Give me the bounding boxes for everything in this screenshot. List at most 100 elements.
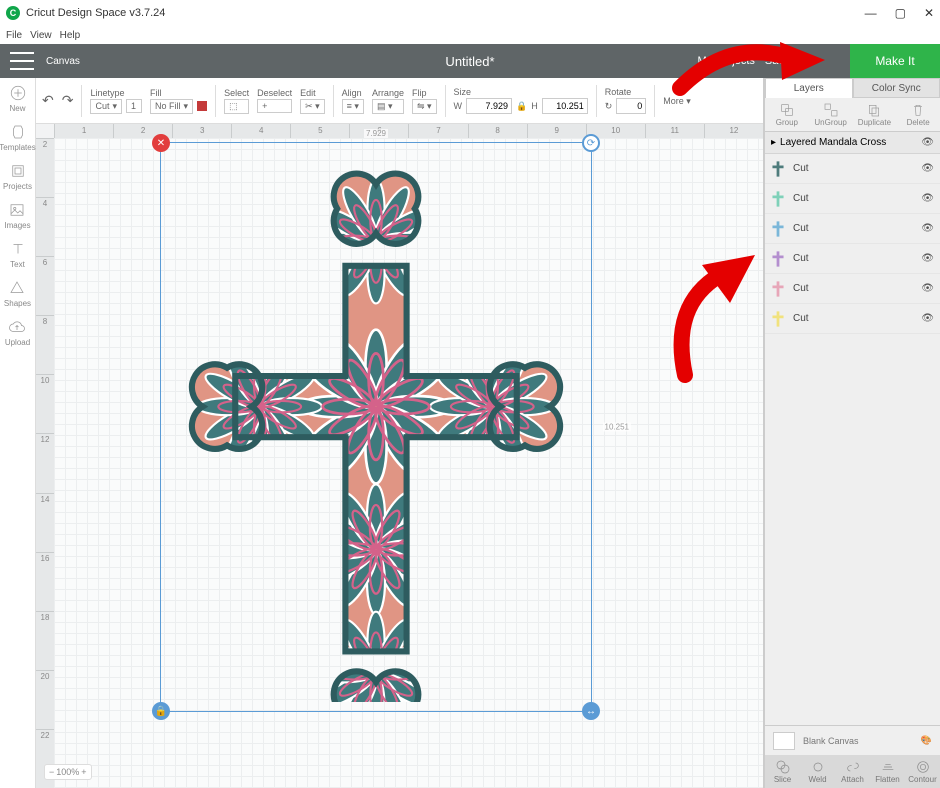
layer-label: Cut bbox=[793, 253, 809, 264]
eye-icon[interactable]: 👁 bbox=[921, 163, 934, 174]
projects-button[interactable]: Projects bbox=[3, 162, 32, 191]
layers-panel: Layers Color Sync Group UnGroup Duplicat… bbox=[764, 78, 940, 788]
layer-label: Cut bbox=[793, 313, 809, 324]
layer-row[interactable]: Cut 👁 bbox=[765, 244, 940, 274]
images-label: Images bbox=[4, 221, 30, 230]
attach-button[interactable]: Attach bbox=[835, 755, 870, 788]
rotate-input[interactable] bbox=[616, 98, 646, 114]
layer-label: Cut bbox=[793, 163, 809, 174]
height-input[interactable] bbox=[542, 98, 588, 114]
layer-group-header[interactable]: ▸ Layered Mandala Cross👁 bbox=[765, 132, 940, 154]
zoom-in-button[interactable]: + bbox=[81, 767, 86, 777]
app-title: Cricut Design Space v3.7.24 bbox=[26, 7, 165, 19]
annotation-arrow-icon bbox=[670, 28, 830, 108]
blank-canvas-row[interactable]: Blank Canvas🎨 bbox=[765, 725, 940, 755]
layer-row[interactable]: Cut 👁 bbox=[765, 154, 940, 184]
eye-icon[interactable]: 👁 bbox=[921, 283, 934, 294]
fill-dropdown[interactable]: No Fill ▾ bbox=[150, 99, 193, 114]
cross-icon bbox=[771, 160, 785, 178]
lock-aspect-icon[interactable]: 🔒 bbox=[516, 101, 527, 112]
linetype-dropdown[interactable]: Cut ▾ bbox=[90, 99, 122, 114]
top-toolbar: ↶ ↷ Linetype Cut ▾ 1 Fill No Fill ▾ Sele… bbox=[36, 78, 763, 124]
annotation-arrow-icon bbox=[660, 245, 770, 385]
weld-button[interactable]: Weld bbox=[800, 755, 835, 788]
new-label: New bbox=[9, 104, 25, 113]
menu-view[interactable]: View bbox=[30, 30, 52, 41]
eye-icon[interactable]: 👁 bbox=[921, 253, 934, 264]
duplicate-button[interactable]: Duplicate bbox=[853, 98, 897, 131]
flip-dropdown[interactable]: ⇋ ▾ bbox=[412, 99, 437, 114]
upload-button[interactable]: Upload bbox=[5, 318, 30, 347]
eye-icon[interactable]: 👁 bbox=[921, 223, 934, 234]
layer-label: Cut bbox=[793, 283, 809, 294]
zoom-percent: 100% bbox=[56, 767, 79, 777]
layer-label: Cut bbox=[793, 193, 809, 204]
layer-row[interactable]: Cut 👁 bbox=[765, 304, 940, 334]
h-label: H bbox=[531, 101, 538, 111]
lineweight-dropdown[interactable]: 1 bbox=[126, 99, 142, 113]
eye-icon[interactable]: 👁 bbox=[921, 137, 934, 148]
titlebar: C Cricut Design Space v3.7.24 — ▢ ✕ bbox=[0, 0, 940, 26]
delete-handle-icon[interactable]: ✕ bbox=[152, 134, 170, 152]
layer-row[interactable]: Cut 👁 bbox=[765, 274, 940, 304]
templates-button[interactable]: Templates bbox=[0, 123, 36, 152]
fill-label: Fill bbox=[150, 88, 207, 98]
shapes-label: Shapes bbox=[4, 299, 31, 308]
eye-icon[interactable]: 👁 bbox=[921, 193, 934, 204]
width-dim-label: 7.929 bbox=[364, 129, 388, 138]
new-button[interactable]: New bbox=[9, 84, 27, 113]
rotate-label: Rotate bbox=[605, 87, 647, 97]
width-input[interactable] bbox=[466, 98, 512, 114]
slice-button[interactable]: Slice bbox=[765, 755, 800, 788]
make-it-button[interactable]: Make It bbox=[850, 44, 940, 78]
menu-file[interactable]: File bbox=[6, 30, 22, 41]
resize-handle-icon[interactable]: ↔ bbox=[582, 702, 600, 720]
deselect-label: Deselect bbox=[257, 88, 292, 98]
ruler-vertical: 246810121416182022 bbox=[36, 138, 54, 788]
layer-label: Cut bbox=[793, 223, 809, 234]
edit-button[interactable]: ✂ ▾ bbox=[300, 99, 325, 114]
color-swatch[interactable] bbox=[197, 101, 207, 111]
cross-icon bbox=[771, 190, 785, 208]
contour-button[interactable]: Contour bbox=[905, 755, 940, 788]
layer-row[interactable]: Cut 👁 bbox=[765, 184, 940, 214]
rotate-handle-icon[interactable]: ⟳ bbox=[582, 134, 600, 152]
align-label: Align bbox=[342, 88, 364, 98]
projects-label: Projects bbox=[3, 182, 32, 191]
select-button[interactable]: ⬚ bbox=[224, 99, 249, 114]
project-name[interactable]: Untitled* bbox=[445, 54, 494, 69]
canvas[interactable]: 123456789101112 246810121416182022 bbox=[36, 124, 763, 788]
canvas-label: Canvas bbox=[46, 56, 80, 67]
selection-box[interactable]: ✕ ⟳ 🔒 ↔ 7.929 10.251 bbox=[160, 142, 592, 712]
redo-button[interactable]: ↷ bbox=[62, 92, 74, 109]
cross-icon bbox=[771, 280, 785, 298]
text-button[interactable]: Text bbox=[9, 240, 27, 269]
deselect-button[interactable]: + bbox=[257, 99, 292, 113]
window-minimize-button[interactable]: — bbox=[865, 6, 877, 20]
window-close-button[interactable]: ✕ bbox=[924, 6, 934, 20]
zoom-control[interactable]: − 100% + bbox=[44, 764, 92, 780]
flatten-button[interactable]: Flatten bbox=[870, 755, 905, 788]
undo-button[interactable]: ↶ bbox=[42, 92, 54, 109]
size-label: Size bbox=[454, 87, 588, 97]
eye-icon[interactable]: 👁 bbox=[921, 313, 934, 324]
lock-handle-icon[interactable]: 🔒 bbox=[152, 702, 170, 720]
window-maximize-button[interactable]: ▢ bbox=[895, 6, 906, 20]
cross-icon bbox=[771, 220, 785, 238]
zoom-out-button[interactable]: − bbox=[49, 767, 54, 777]
images-button[interactable]: Images bbox=[4, 201, 30, 230]
palette-icon[interactable]: 🎨 bbox=[921, 735, 932, 746]
shapes-button[interactable]: Shapes bbox=[4, 279, 31, 308]
arrange-label: Arrange bbox=[372, 88, 404, 98]
arrange-dropdown[interactable]: ▤ ▾ bbox=[372, 99, 404, 114]
layer-row[interactable]: Cut 👁 bbox=[765, 214, 940, 244]
linetype-label: Linetype bbox=[90, 88, 142, 98]
height-dim-label: 10.251 bbox=[603, 423, 631, 432]
menu-help[interactable]: Help bbox=[60, 30, 81, 41]
tab-colorsync[interactable]: Color Sync bbox=[853, 78, 940, 98]
delete-button[interactable]: Delete bbox=[896, 98, 940, 131]
hamburger-icon[interactable] bbox=[10, 52, 34, 70]
edit-label: Edit bbox=[300, 88, 325, 98]
sidebar: New Templates Projects Images Text Shape… bbox=[0, 78, 36, 788]
align-dropdown[interactable]: ≡ ▾ bbox=[342, 99, 364, 114]
